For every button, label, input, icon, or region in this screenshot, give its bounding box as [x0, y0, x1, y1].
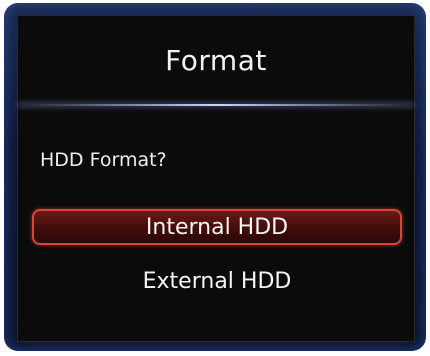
- option-external-hdd[interactable]: External HDD: [32, 263, 402, 299]
- option-internal-hdd-label: Internal HDD: [145, 214, 289, 240]
- dialog-title: Format: [165, 43, 267, 77]
- option-external-hdd-label: External HDD: [142, 268, 292, 294]
- screen-frame: Format HDD Format? Internal HDD External…: [4, 3, 426, 351]
- title-divider: [18, 104, 414, 106]
- format-dialog: Format HDD Format? Internal HDD External…: [17, 15, 415, 342]
- format-question: HDD Format?: [40, 149, 167, 171]
- dialog-title-bar: Format: [18, 16, 414, 104]
- option-internal-hdd[interactable]: Internal HDD: [32, 209, 402, 245]
